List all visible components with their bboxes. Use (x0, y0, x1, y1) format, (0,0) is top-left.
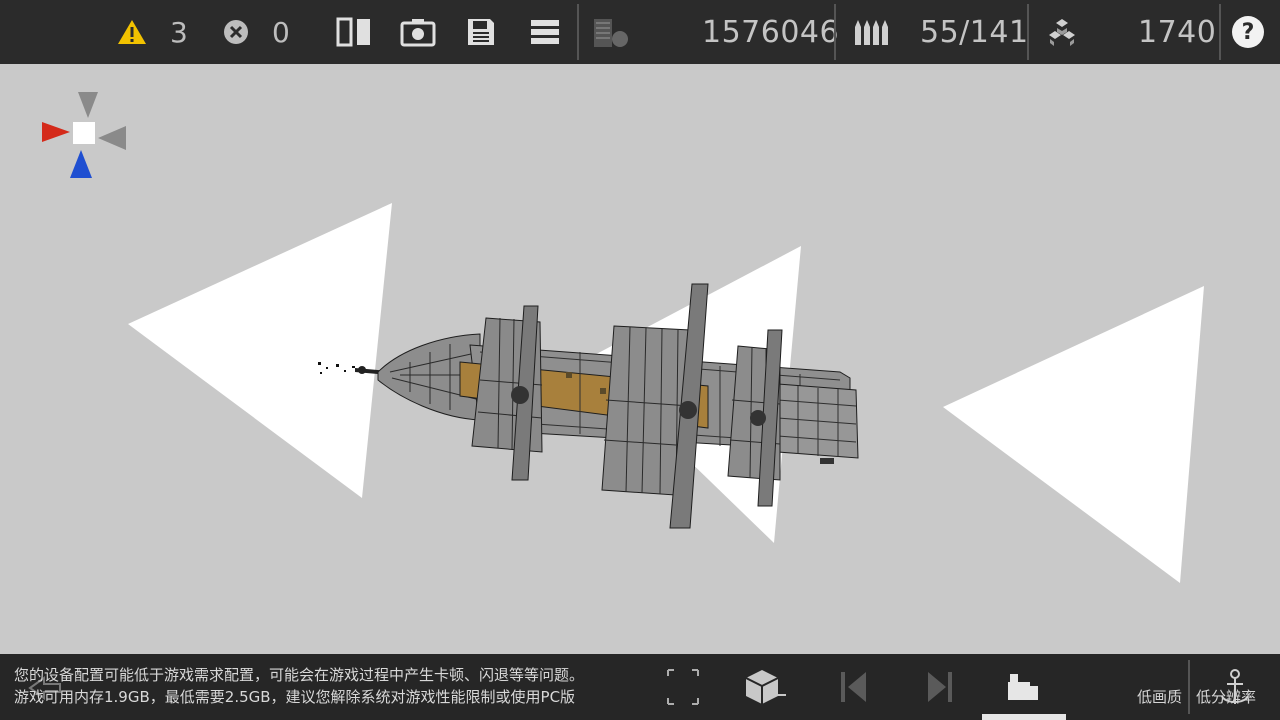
menu-icon (531, 20, 559, 44)
warnings-count: 3 (170, 15, 188, 49)
warnings-indicator[interactable]: 3 (116, 0, 188, 64)
save-button[interactable] (466, 0, 496, 64)
toolbar-separator (1027, 4, 1029, 60)
direction-arrow-right (943, 286, 1204, 583)
orientation-gizmo[interactable] (42, 92, 126, 178)
block-count: 1576046 (702, 14, 840, 50)
mirror-button[interactable] (336, 0, 372, 64)
help-button[interactable]: ? (1232, 0, 1264, 64)
toolbar-separator (577, 4, 579, 60)
axis-up-arrow[interactable] (78, 92, 98, 118)
bottom-separator (1188, 660, 1190, 714)
ammo-count: 55/141 (920, 14, 1029, 50)
warning-icon (118, 20, 146, 44)
performance-warning-notice: 您的设备配置可能低于游戏需求配置，可能会在游戏过程中产生卡顿、闪退等等问题。 游… (14, 664, 584, 708)
toolbar-separator (834, 4, 836, 60)
errors-count: 0 (272, 15, 290, 49)
axis-x-arrow[interactable] (42, 122, 70, 142)
selection-box-icon[interactable] (667, 669, 699, 705)
notice-line-2: 游戏可用内存1.9GB，最低需要2.5GB，建议您解除系统对游戏性能限制或使用P… (14, 688, 576, 706)
next-icon[interactable] (928, 672, 952, 702)
top-toolbar: 3 0 1576046 55/141 1740 ? (0, 0, 1280, 64)
mass-indicator (1044, 0, 1080, 64)
direction-arrow-left (128, 203, 392, 498)
menu-button[interactable] (530, 0, 560, 64)
errors-indicator[interactable]: 0 (222, 0, 290, 64)
previous-icon[interactable] (841, 672, 866, 702)
game-screen: 3 0 1576046 55/141 1740 ? 您的设备配置可能低于游戏需求… (0, 0, 1280, 720)
error-icon (224, 20, 248, 44)
mass-icon (1049, 19, 1075, 46)
ammo-icon (855, 20, 888, 45)
camera-icon (400, 19, 436, 47)
mass-value: 1740 (1138, 14, 1217, 50)
save-icon (468, 19, 494, 45)
ammo-indicator (852, 0, 888, 64)
gizmo-center-cube[interactable] (73, 122, 95, 144)
mirror-icon (336, 17, 370, 47)
blocks-icon (594, 19, 628, 47)
help-icon: ? (1232, 16, 1264, 48)
scene-canvas[interactable] (0, 64, 1280, 654)
notice-line-1: 您的设备配置可能低于游戏需求配置，可能会在游戏过程中产生卡顿、闪退等等问题。 (14, 666, 585, 684)
block-count-indicator (592, 0, 630, 64)
axis-y-arrow[interactable] (70, 150, 92, 178)
screenshot-button[interactable] (400, 0, 436, 64)
build-viewport[interactable] (0, 64, 1280, 654)
low-quality-button[interactable]: 低画质 (1137, 686, 1182, 707)
axis-z-arrow[interactable] (98, 126, 126, 150)
cube-icon[interactable] (745, 670, 786, 704)
bottom-toolbar: 您的设备配置可能低于游戏需求配置，可能会在游戏过程中产生卡顿、闪退等等问题。 游… (0, 654, 1280, 720)
active-tab-indicator (982, 714, 1066, 720)
low-resolution-button[interactable]: 低分辨率 (1196, 686, 1256, 707)
cannon-block-icon[interactable] (1008, 674, 1038, 700)
toolbar-separator (1219, 4, 1221, 60)
